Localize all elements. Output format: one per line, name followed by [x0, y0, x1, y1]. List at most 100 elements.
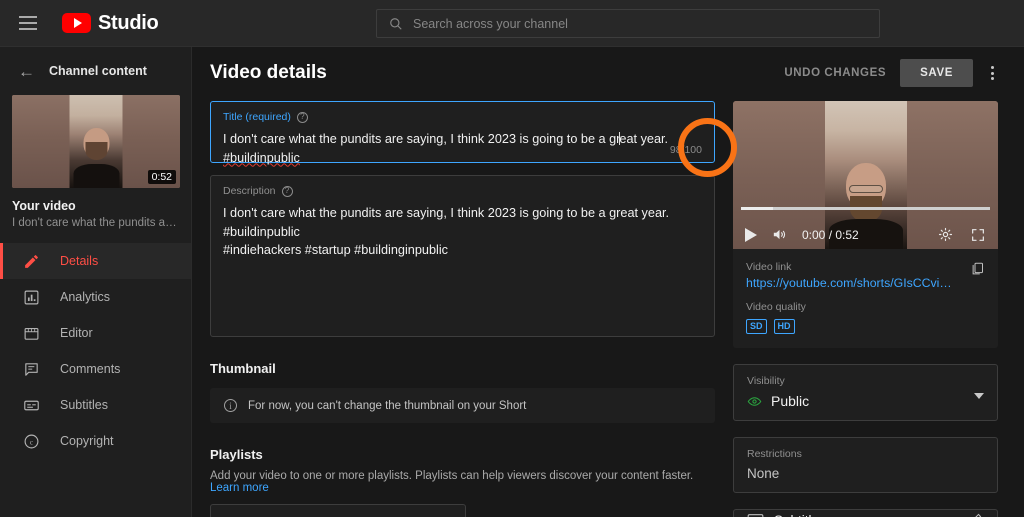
quality-badge-hd: HD: [773, 319, 795, 334]
back-to-channel-content[interactable]: ← Channel content: [0, 47, 191, 95]
player-buttons: 0:00 / 0:52: [733, 226, 998, 243]
svg-text:c: c: [30, 438, 33, 446]
title-text-after-caret: eat year.: [619, 132, 669, 146]
copy-icon[interactable]: [970, 261, 985, 281]
restrictions-card[interactable]: Restrictions None: [733, 437, 998, 493]
youtube-play-icon: [62, 13, 91, 33]
description-field[interactable]: Description ? I don't care what the pund…: [210, 175, 715, 337]
title-character-counter: 98/100: [669, 144, 702, 156]
main-header: Video details UNDO CHANGES SAVE: [192, 47, 1024, 99]
description-label-text: Description: [223, 185, 276, 197]
sidebar-item-analytics[interactable]: Analytics: [0, 279, 191, 315]
learn-more-link[interactable]: Learn more: [210, 482, 269, 494]
visibility-label: Visibility: [747, 375, 785, 387]
back-label: Channel content: [49, 64, 147, 78]
play-button[interactable]: [745, 227, 757, 242]
sidebar-item-label: Copyright: [60, 434, 114, 448]
thumbnail-subject-shirt: [73, 164, 119, 188]
video-meta: Your video I don't care what the pundits…: [0, 188, 191, 241]
sidebar-item-copyright[interactable]: c Copyright: [0, 423, 191, 459]
main-content: Video details UNDO CHANGES SAVE Title (r…: [192, 47, 1024, 517]
playlist-select[interactable]: Select: [210, 504, 466, 517]
fullscreen-icon: [972, 228, 984, 241]
video-link-label: Video link: [746, 261, 792, 273]
visibility-card[interactable]: Visibility Public: [733, 364, 998, 421]
sidebar-item-label: Subtitles: [60, 398, 108, 412]
video-info-card: Video link https://youtube.com/shorts/GI…: [733, 249, 998, 348]
pencil-icon: [22, 252, 41, 271]
sidebar-item-label: Details: [60, 254, 99, 268]
player-controls: 0:00 / 0:52: [733, 205, 998, 249]
help-icon[interactable]: ?: [281, 185, 293, 197]
restrictions-value: None: [747, 466, 780, 481]
video-subtitle: I don't care what the pundits are sayi…: [12, 217, 179, 229]
quality-badge-sd: SD: [746, 319, 767, 334]
left-column: Title (required) ? I don't care what the…: [210, 99, 715, 517]
fullscreen-button[interactable]: [970, 227, 986, 243]
header-actions: UNDO CHANGES SAVE: [784, 59, 998, 87]
studio-logo[interactable]: Studio: [62, 11, 159, 35]
progress-bar[interactable]: [741, 207, 990, 210]
settings-button[interactable]: [937, 226, 954, 243]
sidebar-item-label: Comments: [60, 362, 121, 376]
video-thumbnail[interactable]: 0:52: [12, 95, 180, 188]
page-title: Video details: [210, 62, 327, 83]
progress-buffered: [741, 207, 774, 210]
sidebar-item-comments[interactable]: Comments: [0, 351, 191, 387]
sidebar-item-editor[interactable]: Editor: [0, 315, 191, 351]
video-quality-badges: SD HD: [746, 319, 985, 334]
youtube-studio-window: Studio Search across your channel ← Chan…: [0, 0, 1024, 517]
clapperboard-icon: [22, 324, 41, 343]
content-columns: Title (required) ? I don't care what the…: [192, 99, 1024, 517]
description-line-1: I don't care what the pundits are saying…: [223, 206, 670, 239]
sidebar-item-subtitles[interactable]: Subtitles: [0, 387, 191, 423]
title-hashtag: #buildinpublic: [223, 150, 300, 165]
video-player-preview[interactable]: 0:00 / 0:52: [733, 101, 998, 249]
video-link-url[interactable]: https://youtube.com/shorts/GIsCCvihU…: [746, 276, 956, 290]
play-icon: [745, 227, 757, 242]
playlists-description: Add your video to one or more playlists.…: [210, 470, 715, 494]
title-field-value: I don't care what the pundits are saying…: [223, 130, 702, 167]
thumbnail-subject-beard: [85, 141, 107, 160]
playlists-heading: Playlists: [210, 447, 263, 462]
eye-icon: [747, 396, 762, 406]
copyright-icon: c: [22, 432, 41, 451]
volume-button[interactable]: [771, 226, 788, 243]
bar-chart-icon: [22, 288, 41, 307]
kebab-menu-icon[interactable]: [987, 62, 998, 84]
save-button[interactable]: SAVE: [900, 59, 973, 87]
sidebar-item-details[interactable]: Details: [0, 243, 191, 279]
help-icon[interactable]: ?: [296, 111, 308, 123]
search-icon: [390, 17, 402, 30]
title-text-before-caret: I don't care what the pundits are saying…: [223, 132, 621, 146]
hamburger-icon[interactable]: [16, 11, 40, 35]
sidebar-item-label: Editor: [60, 326, 93, 340]
thumbnail-image: [69, 95, 123, 188]
thumbnail-heading: Thumbnail: [210, 361, 276, 376]
playlists-description-text: Add your video to one or more playlists.…: [210, 470, 694, 482]
info-icon: i: [224, 399, 237, 412]
sidebar-item-label: Analytics: [60, 290, 111, 304]
player-right-controls: [937, 226, 986, 243]
subtitles-card[interactable]: Subtitles: [733, 509, 998, 517]
description-field-label: Description ?: [223, 185, 702, 197]
arrow-left-icon: ←: [18, 61, 35, 81]
pencil-icon[interactable]: [971, 511, 984, 517]
top-bar: Studio Search across your channel: [0, 0, 1024, 47]
search-placeholder: Search across your channel: [413, 16, 568, 31]
player-subject-glasses: [848, 185, 883, 194]
thumbnail-info-text: For now, you can't change the thumbnail …: [248, 399, 527, 412]
logo-text: Studio: [98, 11, 159, 34]
description-line-2: #indiehackers #startup #buildinginpublic: [223, 243, 448, 257]
duration-badge: 0:52: [147, 170, 176, 184]
thumbnail-info-bar: i For now, you can't change the thumbnai…: [210, 388, 715, 423]
undo-changes-button[interactable]: UNDO CHANGES: [784, 67, 886, 79]
search-input[interactable]: Search across your channel: [376, 9, 880, 38]
gear-icon: [938, 227, 953, 242]
visibility-value: Public: [771, 393, 810, 409]
sidebar-nav: Details Analytics Editor Comments Subtit…: [0, 243, 191, 459]
sidebar: ← Channel content 0:52 Your video I don'…: [0, 47, 192, 517]
player-time: 0:00 / 0:52: [802, 227, 859, 242]
comment-icon: [22, 360, 41, 379]
title-field[interactable]: Title (required) ? I don't care what the…: [210, 101, 715, 165]
